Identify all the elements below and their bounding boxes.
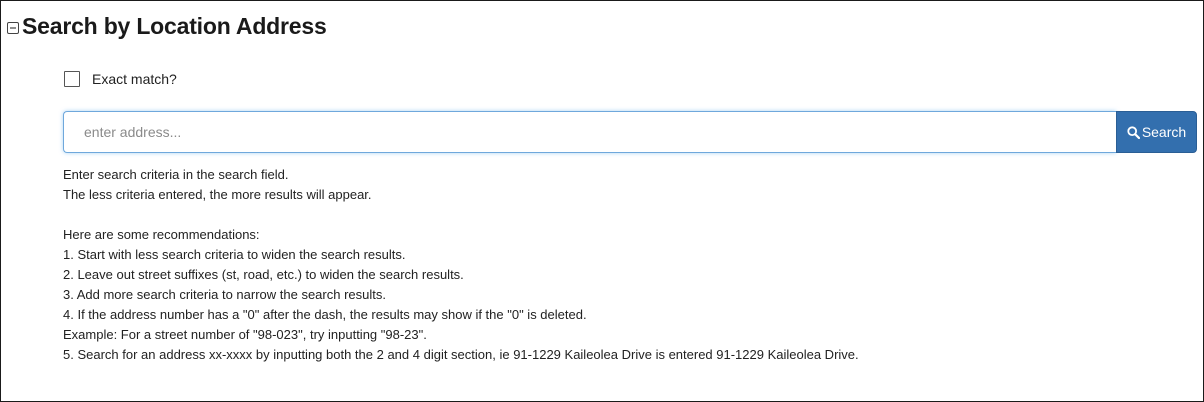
exact-match-label[interactable]: Exact match? xyxy=(92,71,177,87)
exact-match-checkbox[interactable] xyxy=(64,71,80,87)
recommendation-item: 5. Search for an address xx-xxxx by inpu… xyxy=(63,347,859,362)
search-button[interactable]: Search xyxy=(1116,111,1197,153)
recommendation-example: Example: For a street number of "98-023"… xyxy=(63,327,427,342)
recommendation-item: 3. Add more search criteria to narrow th… xyxy=(63,287,386,302)
address-search-input[interactable] xyxy=(63,111,1116,153)
recommendations-heading: Here are some recommendations: xyxy=(63,227,260,242)
search-icon xyxy=(1127,125,1140,139)
recommendation-item: 1. Start with less search criteria to wi… xyxy=(63,247,406,262)
search-input-group: Search xyxy=(63,111,1197,153)
recommendation-item: 4. If the address number has a "0" after… xyxy=(63,307,587,322)
search-button-label: Search xyxy=(1141,124,1187,140)
section-title: Search by Location Address xyxy=(22,13,327,39)
help-line: Enter search criteria in the search fiel… xyxy=(63,167,289,182)
help-text: Enter search criteria in the search fiel… xyxy=(63,165,859,365)
minus-square-icon[interactable] xyxy=(7,21,19,34)
search-panel: Search by Location Address Exact match? … xyxy=(0,0,1204,402)
exact-match-row: Exact match? xyxy=(64,71,177,87)
recommendation-item: 2. Leave out street suffixes (st, road, … xyxy=(63,267,464,282)
help-spacer xyxy=(63,205,859,225)
help-line: The less criteria entered, the more resu… xyxy=(63,187,372,202)
section-header: Search by Location Address xyxy=(7,13,327,40)
